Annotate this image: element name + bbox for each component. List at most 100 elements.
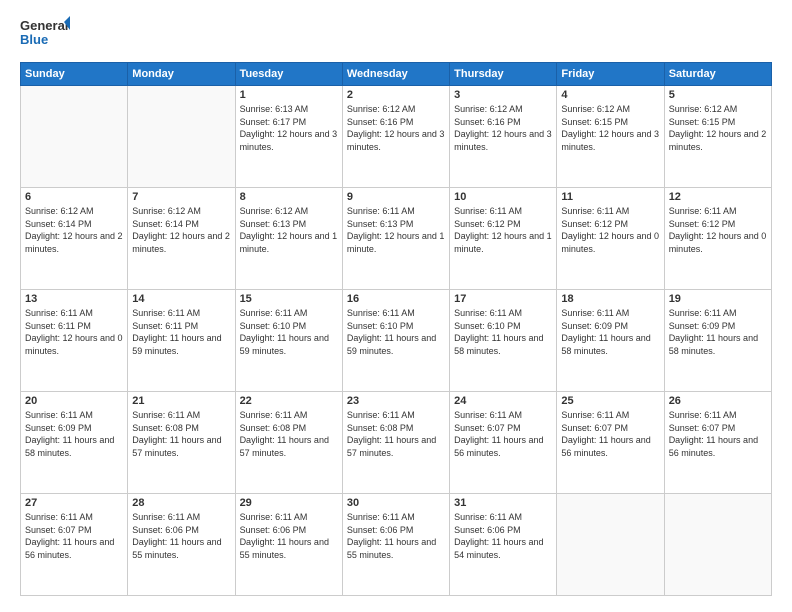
day-number: 21	[132, 395, 230, 407]
calendar-cell: 16 Sunrise: 6:11 AMSunset: 6:10 PMDayligh…	[342, 290, 449, 392]
day-info: Sunrise: 6:11 AMSunset: 6:06 PMDaylight:…	[132, 511, 230, 561]
day-of-week-header: Saturday	[664, 63, 771, 86]
calendar-cell	[664, 494, 771, 596]
calendar-cell: 4 Sunrise: 6:12 AMSunset: 6:15 PMDaylight…	[557, 86, 664, 188]
day-number: 30	[347, 497, 445, 509]
day-info: Sunrise: 6:11 AMSunset: 6:09 PMDaylight:…	[25, 409, 123, 459]
day-info: Sunrise: 6:11 AMSunset: 6:11 PMDaylight:…	[25, 307, 123, 357]
day-number: 28	[132, 497, 230, 509]
day-number: 16	[347, 293, 445, 305]
day-of-week-header: Monday	[128, 63, 235, 86]
calendar-cell: 31 Sunrise: 6:11 AMSunset: 6:06 PMDayligh…	[450, 494, 557, 596]
calendar-cell: 20 Sunrise: 6:11 AMSunset: 6:09 PMDayligh…	[21, 392, 128, 494]
day-number: 15	[240, 293, 338, 305]
logo: General Blue	[20, 16, 70, 52]
day-info: Sunrise: 6:11 AMSunset: 6:06 PMDaylight:…	[454, 511, 552, 561]
day-info: Sunrise: 6:12 AMSunset: 6:16 PMDaylight:…	[454, 103, 552, 153]
calendar-cell: 29 Sunrise: 6:11 AMSunset: 6:06 PMDayligh…	[235, 494, 342, 596]
calendar-cell: 2Sunrise: 6:12 AMSunset: 6:16 PMDaylight…	[342, 86, 449, 188]
day-number: 29	[240, 497, 338, 509]
header: General Blue	[20, 16, 772, 52]
day-number: 3	[454, 89, 552, 101]
day-info: Sunrise: 6:11 AMSunset: 6:08 PMDaylight:…	[132, 409, 230, 459]
day-of-week-header: Thursday	[450, 63, 557, 86]
day-info: Sunrise: 6:11 AMSunset: 6:07 PMDaylight:…	[561, 409, 659, 459]
calendar-cell: 25Sunrise: 6:11 AMSunset: 6:07 PMDayligh…	[557, 392, 664, 494]
day-info: Sunrise: 6:11 AMSunset: 6:08 PMDaylight:…	[240, 409, 338, 459]
day-number: 6	[25, 191, 123, 203]
day-of-week-header: Wednesday	[342, 63, 449, 86]
calendar-cell: 27Sunrise: 6:11 AMSunset: 6:07 PMDayligh…	[21, 494, 128, 596]
day-info: Sunrise: 6:12 AMSunset: 6:15 PMDaylight:…	[561, 103, 659, 153]
day-number: 12	[669, 191, 767, 203]
calendar-body: 1 Sunrise: 6:13 AMSunset: 6:17 PMDaylight…	[21, 86, 772, 596]
day-number: 31	[454, 497, 552, 509]
day-number: 18	[561, 293, 659, 305]
svg-text:Blue: Blue	[20, 32, 48, 47]
day-info: Sunrise: 6:12 AMSunset: 6:13 PMDaylight:…	[240, 205, 338, 255]
logo-svg: General Blue	[20, 16, 70, 52]
calendar: SundayMondayTuesdayWednesdayThursdayFrid…	[20, 62, 772, 596]
day-info: Sunrise: 6:11 AMSunset: 6:09 PMDaylight:…	[669, 307, 767, 357]
calendar-cell: 22 Sunrise: 6:11 AMSunset: 6:08 PMDayligh…	[235, 392, 342, 494]
calendar-cell: 6 Sunrise: 6:12 AMSunset: 6:14 PMDaylight…	[21, 188, 128, 290]
day-number: 10	[454, 191, 552, 203]
calendar-cell: 26 Sunrise: 6:11 AMSunset: 6:07 PMDayligh…	[664, 392, 771, 494]
calendar-cell	[21, 86, 128, 188]
day-number: 7	[132, 191, 230, 203]
calendar-cell: 23Sunrise: 6:11 AMSunset: 6:08 PMDayligh…	[342, 392, 449, 494]
day-info: Sunrise: 6:13 AMSunset: 6:17 PMDaylight:…	[240, 103, 338, 153]
day-of-week-header: Friday	[557, 63, 664, 86]
day-number: 1	[240, 89, 338, 101]
day-info: Sunrise: 6:11 AMSunset: 6:12 PMDaylight:…	[669, 205, 767, 255]
calendar-cell: 5 Sunrise: 6:12 AMSunset: 6:15 PMDaylight…	[664, 86, 771, 188]
calendar-week-row: 13Sunrise: 6:11 AMSunset: 6:11 PMDayligh…	[21, 290, 772, 392]
day-info: Sunrise: 6:11 AMSunset: 6:08 PMDaylight:…	[347, 409, 445, 459]
calendar-cell: 15 Sunrise: 6:11 AMSunset: 6:10 PMDayligh…	[235, 290, 342, 392]
calendar-cell: 10 Sunrise: 6:11 AMSunset: 6:12 PMDayligh…	[450, 188, 557, 290]
calendar-cell: 28 Sunrise: 6:11 AMSunset: 6:06 PMDayligh…	[128, 494, 235, 596]
day-number: 20	[25, 395, 123, 407]
day-number: 9	[347, 191, 445, 203]
day-info: Sunrise: 6:12 AMSunset: 6:14 PMDaylight:…	[25, 205, 123, 255]
calendar-cell: 8Sunrise: 6:12 AMSunset: 6:13 PMDaylight…	[235, 188, 342, 290]
calendar-cell: 19Sunrise: 6:11 AMSunset: 6:09 PMDayligh…	[664, 290, 771, 392]
day-number: 14	[132, 293, 230, 305]
calendar-cell: 14Sunrise: 6:11 AMSunset: 6:11 PMDayligh…	[128, 290, 235, 392]
page: General Blue SundayMondayTuesdayWednesda…	[0, 0, 792, 612]
calendar-cell: 18Sunrise: 6:11 AMSunset: 6:09 PMDayligh…	[557, 290, 664, 392]
day-number: 24	[454, 395, 552, 407]
day-info: Sunrise: 6:12 AMSunset: 6:16 PMDaylight:…	[347, 103, 445, 153]
day-number: 11	[561, 191, 659, 203]
calendar-cell: 7 Sunrise: 6:12 AMSunset: 6:14 PMDaylight…	[128, 188, 235, 290]
calendar-cell: 12 Sunrise: 6:11 AMSunset: 6:12 PMDayligh…	[664, 188, 771, 290]
day-info: Sunrise: 6:11 AMSunset: 6:06 PMDaylight:…	[347, 511, 445, 561]
day-number: 22	[240, 395, 338, 407]
calendar-week-row: 1 Sunrise: 6:13 AMSunset: 6:17 PMDaylight…	[21, 86, 772, 188]
calendar-cell: 24Sunrise: 6:11 AMSunset: 6:07 PMDayligh…	[450, 392, 557, 494]
day-info: Sunrise: 6:11 AMSunset: 6:06 PMDaylight:…	[240, 511, 338, 561]
day-number: 26	[669, 395, 767, 407]
calendar-cell: 21 Sunrise: 6:11 AMSunset: 6:08 PMDayligh…	[128, 392, 235, 494]
calendar-cell: 3 Sunrise: 6:12 AMSunset: 6:16 PMDaylight…	[450, 86, 557, 188]
day-of-week-header: Sunday	[21, 63, 128, 86]
day-info: Sunrise: 6:11 AMSunset: 6:07 PMDaylight:…	[25, 511, 123, 561]
calendar-week-row: 6 Sunrise: 6:12 AMSunset: 6:14 PMDaylight…	[21, 188, 772, 290]
day-info: Sunrise: 6:11 AMSunset: 6:10 PMDaylight:…	[347, 307, 445, 357]
day-info: Sunrise: 6:11 AMSunset: 6:10 PMDaylight:…	[240, 307, 338, 357]
day-number: 5	[669, 89, 767, 101]
day-info: Sunrise: 6:11 AMSunset: 6:13 PMDaylight:…	[347, 205, 445, 255]
svg-text:General: General	[20, 18, 68, 33]
day-info: Sunrise: 6:12 AMSunset: 6:14 PMDaylight:…	[132, 205, 230, 255]
day-info: Sunrise: 6:11 AMSunset: 6:12 PMDaylight:…	[454, 205, 552, 255]
day-info: Sunrise: 6:11 AMSunset: 6:12 PMDaylight:…	[561, 205, 659, 255]
calendar-cell: 30 Sunrise: 6:11 AMSunset: 6:06 PMDayligh…	[342, 494, 449, 596]
day-info: Sunrise: 6:11 AMSunset: 6:10 PMDaylight:…	[454, 307, 552, 357]
day-info: Sunrise: 6:12 AMSunset: 6:15 PMDaylight:…	[669, 103, 767, 153]
calendar-cell: 11 Sunrise: 6:11 AMSunset: 6:12 PMDayligh…	[557, 188, 664, 290]
calendar-cell: 17Sunrise: 6:11 AMSunset: 6:10 PMDayligh…	[450, 290, 557, 392]
calendar-cell: 13Sunrise: 6:11 AMSunset: 6:11 PMDayligh…	[21, 290, 128, 392]
day-info: Sunrise: 6:11 AMSunset: 6:07 PMDaylight:…	[669, 409, 767, 459]
day-number: 4	[561, 89, 659, 101]
day-of-week-header: Tuesday	[235, 63, 342, 86]
